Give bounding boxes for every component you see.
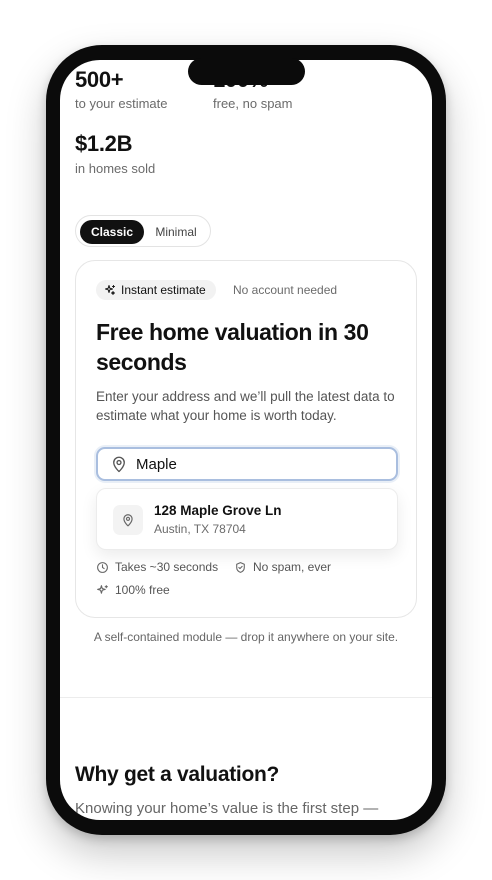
map-pin-icon xyxy=(110,455,128,473)
map-pin-icon xyxy=(113,505,143,535)
address-search-field[interactable] xyxy=(96,447,398,481)
module-note: A self-contained module — drop it anywhe… xyxy=(93,630,399,644)
feature-label: 100% free xyxy=(115,583,170,597)
feature-label: Takes ~30 seconds xyxy=(115,560,219,574)
shield-icon xyxy=(234,561,247,574)
suggestion-address: 128 Maple Grove Ln xyxy=(154,503,282,518)
feature-label: No spam, ever xyxy=(253,560,332,574)
address-suggestion[interactable]: 128 Maple Grove Ln Austin, TX 78704 xyxy=(96,488,398,550)
valuation-card: Instant estimate No account needed Free … xyxy=(75,260,417,618)
stat-label: to your estimate xyxy=(75,96,168,111)
section-body: Knowing your home’s value is the first s… xyxy=(75,800,379,817)
toggle-classic[interactable]: Classic xyxy=(80,220,144,244)
phone-screen: 500+ to your estimate 100% free, no spam… xyxy=(60,60,432,820)
stat-value: 500+ xyxy=(75,67,124,92)
feature-time: Takes ~30 seconds xyxy=(96,560,218,574)
section-title: Why get a valuation? xyxy=(75,763,280,786)
toggle-minimal[interactable]: Minimal xyxy=(148,220,204,244)
sparkle-icon xyxy=(104,284,116,296)
clock-icon xyxy=(96,561,109,574)
variant-toggle: Classic Minimal xyxy=(75,215,211,247)
address-search-input[interactable] xyxy=(136,455,376,473)
feature-no-spam: No spam, ever xyxy=(234,560,331,574)
stat-value: $1.2B xyxy=(75,131,133,156)
feature-free: 100% free xyxy=(96,583,170,597)
badge-note: No account needed xyxy=(233,283,338,297)
card-description: Enter your address and we’ll pull the la… xyxy=(96,389,395,423)
suggestion-city: Austin, TX 78704 xyxy=(154,522,246,536)
card-headline: Free home valuation in 30 seconds xyxy=(96,319,369,375)
stat-label: free, no spam xyxy=(213,96,293,111)
stat-label: in homes sold xyxy=(75,161,156,176)
section-divider xyxy=(60,697,432,698)
phone-notch xyxy=(188,58,305,85)
sparkle-icon xyxy=(96,584,109,597)
badge-label: Instant estimate xyxy=(121,283,206,297)
instant-estimate-badge: Instant estimate xyxy=(96,280,216,300)
